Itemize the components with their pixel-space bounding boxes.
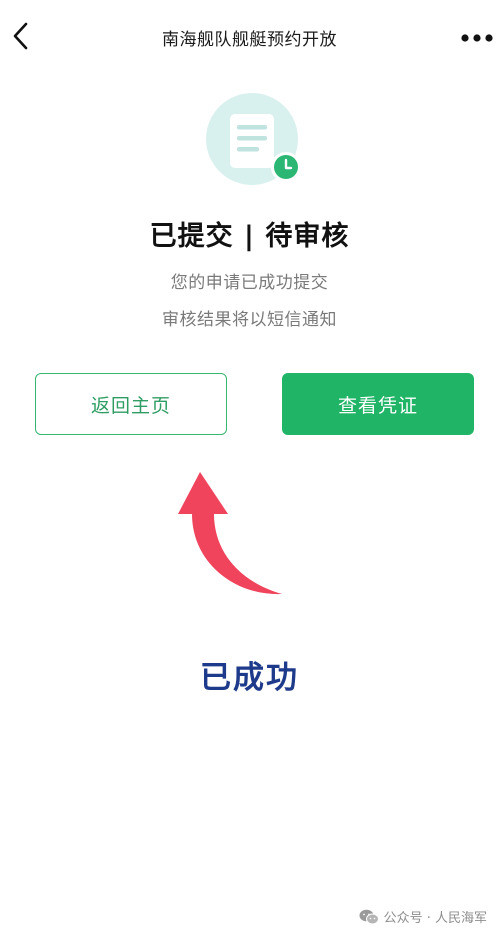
watermark-text: 公众号 · 人民海军 (383, 911, 487, 926)
nav-bar: 南海舰队舰艇预约开放 (0, 0, 499, 76)
document-pending-icon (206, 93, 301, 185)
status-title: 已提交 | 待审核 (149, 221, 350, 252)
annotation-arrow (170, 468, 290, 608)
more-dots-icon (461, 34, 493, 42)
more-button[interactable] (459, 24, 495, 52)
watermark: 公众号 · 人民海军 (359, 907, 487, 926)
return-home-button[interactable]: 返回主页 (35, 373, 227, 435)
status-message-submitted: 您的申请已成功提交 (170, 273, 329, 293)
annotation-success-text: 已成功 (200, 660, 299, 696)
status-illustration (204, 92, 308, 192)
curved-arrow-up-icon (178, 472, 282, 595)
page-title: 南海舰队舰艇预约开放 (162, 30, 337, 50)
wechat-icon (359, 909, 379, 924)
view-voucher-button[interactable]: 查看凭证 (282, 373, 474, 435)
confirmation-page: 南海舰队舰艇预约开放 已提交 | 待审核 您的申请已成功提交 审核结果将以短信通… (0, 0, 499, 938)
status-message-sms-notice: 审核结果将以短信通知 (162, 310, 337, 330)
